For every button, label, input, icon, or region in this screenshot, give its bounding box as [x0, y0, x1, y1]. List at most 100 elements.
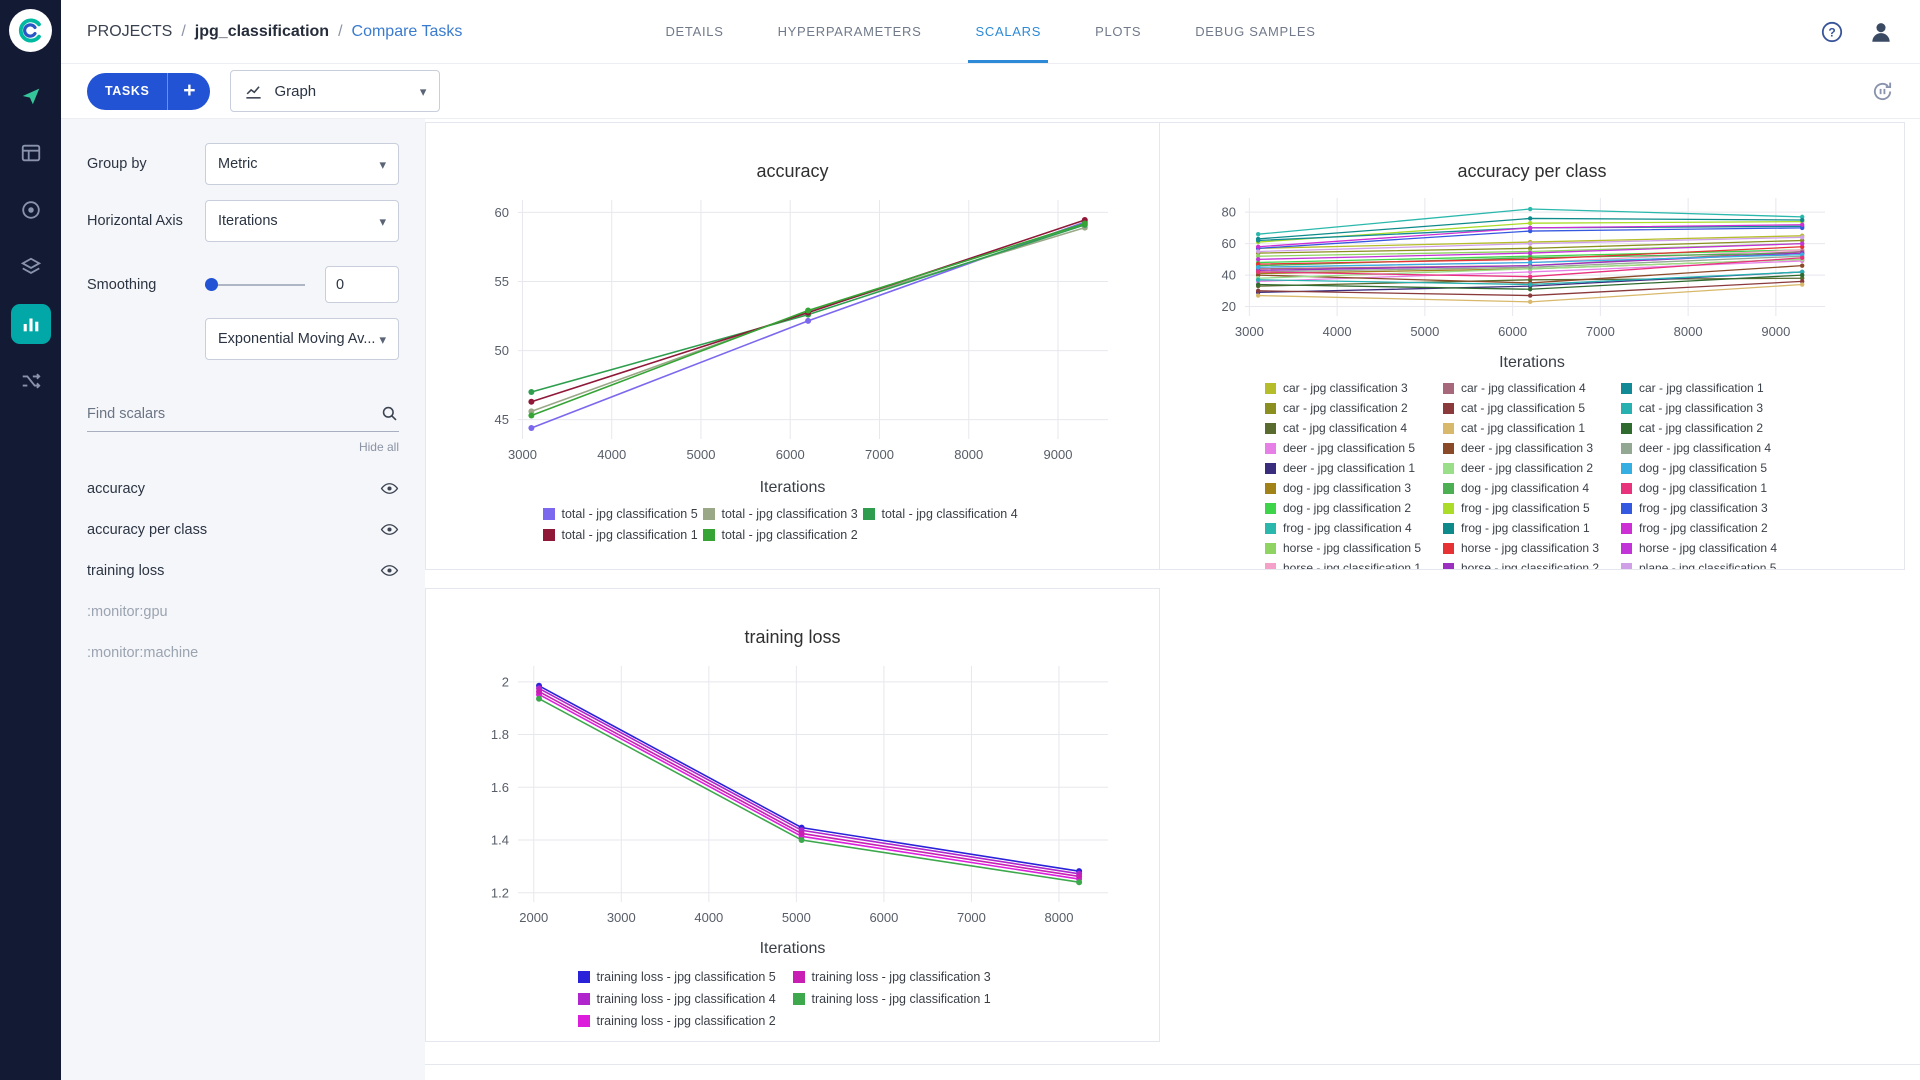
help-button[interactable]: ? — [1820, 20, 1844, 44]
legend-item[interactable]: deer - jpg classification 2 — [1443, 461, 1621, 475]
visibility-toggle[interactable] — [380, 479, 399, 498]
scalar-row-monitor-machine[interactable]: :monitor:machine — [87, 632, 399, 673]
legend-item[interactable]: cat - jpg classification 5 — [1443, 401, 1621, 415]
clearml-logo[interactable] — [9, 9, 52, 52]
visibility-toggle[interactable] — [380, 561, 399, 580]
legend-item[interactable]: frog - jpg classification 3 — [1621, 501, 1799, 515]
legend-item[interactable]: deer - jpg classification 4 — [1621, 441, 1799, 455]
legend-item[interactable]: training loss - jpg classification 1 — [793, 992, 1008, 1006]
svg-text:7000: 7000 — [956, 910, 985, 925]
legend-item[interactable]: total - jpg classification 5 — [543, 507, 703, 521]
legend-item[interactable]: dog - jpg classification 1 — [1621, 481, 1799, 495]
projects-icon[interactable] — [11, 133, 51, 173]
scalar-row-accuracy-per-class[interactable]: accuracy per class — [87, 509, 399, 550]
breadcrumb-projects[interactable]: PROJECTS — [87, 23, 172, 41]
tab-bar: DETAILS HYPERPARAMETERS SCALARS PLOTS DE… — [638, 0, 1342, 63]
horizontal-axis-select[interactable]: Iterations ▾ — [205, 200, 399, 242]
legend-item[interactable]: horse - jpg classification 4 — [1621, 541, 1799, 555]
tab-details[interactable]: DETAILS — [638, 0, 750, 63]
legend-item[interactable]: cat - jpg classification 2 — [1621, 421, 1799, 435]
breadcrumb-project[interactable]: jpg_classification — [195, 23, 329, 41]
breadcrumb-page[interactable]: Compare Tasks — [352, 23, 463, 41]
legend-item[interactable]: horse - jpg classification 5 — [1265, 541, 1443, 555]
legend-item[interactable]: car - jpg classification 3 — [1265, 381, 1443, 395]
accuracy-per-class-legend: car - jpg classification 3car - jpg clas… — [1265, 378, 1799, 570]
smoothing-value-input[interactable] — [325, 266, 399, 303]
group-by-select[interactable]: Metric ▾ — [205, 143, 399, 185]
scalar-row-accuracy[interactable]: accuracy — [87, 468, 399, 509]
svg-text:8000: 8000 — [954, 447, 983, 462]
user-menu-button[interactable] — [1868, 19, 1894, 45]
accuracy-plot[interactable]: 300040005000600070008000900045505560 — [433, 190, 1153, 475]
tab-debug-samples[interactable]: DEBUG SAMPLES — [1168, 0, 1342, 63]
smoothing-type-select[interactable]: Exponential Moving Av... ▾ — [205, 318, 399, 360]
legend-item[interactable]: training loss - jpg classification 4 — [578, 992, 793, 1006]
legend-item[interactable]: total - jpg classification 2 — [703, 528, 863, 542]
legend-item[interactable]: horse - jpg classification 1 — [1265, 561, 1443, 570]
search-input[interactable] — [87, 406, 380, 422]
svg-text:60: 60 — [1222, 236, 1236, 251]
auto-refresh-button[interactable] — [1871, 80, 1894, 103]
tab-hyperparameters[interactable]: HYPERPARAMETERS — [751, 0, 949, 63]
legend-swatch — [1621, 403, 1632, 414]
legend-item[interactable]: car - jpg classification 4 — [1443, 381, 1621, 395]
add-task-button[interactable]: + — [168, 73, 210, 110]
legend-item[interactable]: frog - jpg classification 5 — [1443, 501, 1621, 515]
legend-item[interactable]: dog - jpg classification 2 — [1265, 501, 1443, 515]
svg-text:5000: 5000 — [1410, 324, 1439, 339]
legend-item[interactable]: dog - jpg classification 5 — [1621, 461, 1799, 475]
svg-text:1.6: 1.6 — [490, 780, 508, 795]
legend-item[interactable]: training loss - jpg classification 3 — [793, 970, 1008, 984]
legend-item[interactable]: car - jpg classification 1 — [1621, 381, 1799, 395]
getting-started-icon[interactable] — [11, 76, 51, 116]
legend-item[interactable]: deer - jpg classification 5 — [1265, 441, 1443, 455]
legend-item[interactable]: total - jpg classification 4 — [863, 507, 1023, 521]
legend-item[interactable]: total - jpg classification 1 — [543, 528, 703, 542]
legend-item[interactable]: deer - jpg classification 1 — [1265, 461, 1443, 475]
workers-icon[interactable] — [11, 190, 51, 230]
view-mode-select[interactable]: Graph ▾ — [230, 70, 440, 112]
training-loss-plot[interactable]: 20003000400050006000700080001.21.41.61.8… — [433, 656, 1153, 936]
group-by-label: Group by — [87, 156, 205, 172]
legend-item[interactable]: total - jpg classification 3 — [703, 507, 863, 521]
legend-item[interactable]: training loss - jpg classification 2 — [578, 1014, 793, 1028]
smoothing-label: Smoothing — [87, 277, 205, 293]
charts-area: accuracy 3000400050006000700080009000455… — [425, 119, 1920, 1080]
legend-item[interactable]: cat - jpg classification 3 — [1621, 401, 1799, 415]
accuracy-per-class-plot[interactable]: 300040005000600070008000900020406080 — [1167, 190, 1897, 350]
pipelines-icon[interactable] — [11, 361, 51, 401]
legend-item[interactable]: dog - jpg classification 3 — [1265, 481, 1443, 495]
visibility-toggle[interactable] — [380, 520, 399, 539]
legend-item[interactable]: training loss - jpg classification 5 — [578, 970, 793, 984]
legend-swatch — [1265, 563, 1276, 571]
horizontal-scrollbar[interactable] — [425, 1064, 1920, 1080]
search-button[interactable] — [380, 404, 399, 423]
legend-swatch — [1443, 563, 1454, 571]
slider-knob[interactable] — [205, 278, 218, 291]
legend-item[interactable]: frog - jpg classification 2 — [1621, 521, 1799, 535]
legend-item[interactable]: deer - jpg classification 3 — [1443, 441, 1621, 455]
hide-all-link[interactable]: Hide all — [87, 440, 399, 454]
legend-item[interactable]: frog - jpg classification 4 — [1265, 521, 1443, 535]
svg-text:2000: 2000 — [519, 910, 548, 925]
content-area: Group by Metric ▾ Horizontal Axis Iterat… — [61, 119, 1920, 1080]
legend-item[interactable]: cat - jpg classification 4 — [1265, 421, 1443, 435]
legend-item[interactable]: dog - jpg classification 4 — [1443, 481, 1621, 495]
legend-item[interactable]: plane - jpg classification 5 — [1621, 561, 1799, 570]
legend-item[interactable]: horse - jpg classification 2 — [1443, 561, 1621, 570]
smoothing-slider[interactable] — [205, 278, 305, 291]
tasks-button[interactable]: TASKS — [87, 73, 167, 110]
scalar-row-monitor-gpu[interactable]: :monitor:gpu — [87, 591, 399, 632]
legend-swatch — [1621, 463, 1632, 474]
legend-item[interactable]: cat - jpg classification 1 — [1443, 421, 1621, 435]
legend-item[interactable]: car - jpg classification 2 — [1265, 401, 1443, 415]
datasets-icon[interactable] — [11, 247, 51, 287]
scalar-row-training-loss[interactable]: training loss — [87, 550, 399, 591]
experiments-icon-active[interactable] — [11, 304, 51, 344]
tab-scalars[interactable]: SCALARS — [948, 0, 1068, 63]
tab-plots[interactable]: PLOTS — [1068, 0, 1168, 63]
legend-item[interactable]: horse - jpg classification 3 — [1443, 541, 1621, 555]
group-by-value: Metric — [218, 156, 257, 172]
legend-item[interactable]: frog - jpg classification 1 — [1443, 521, 1621, 535]
legend-label: horse - jpg classification 1 — [1283, 561, 1421, 570]
